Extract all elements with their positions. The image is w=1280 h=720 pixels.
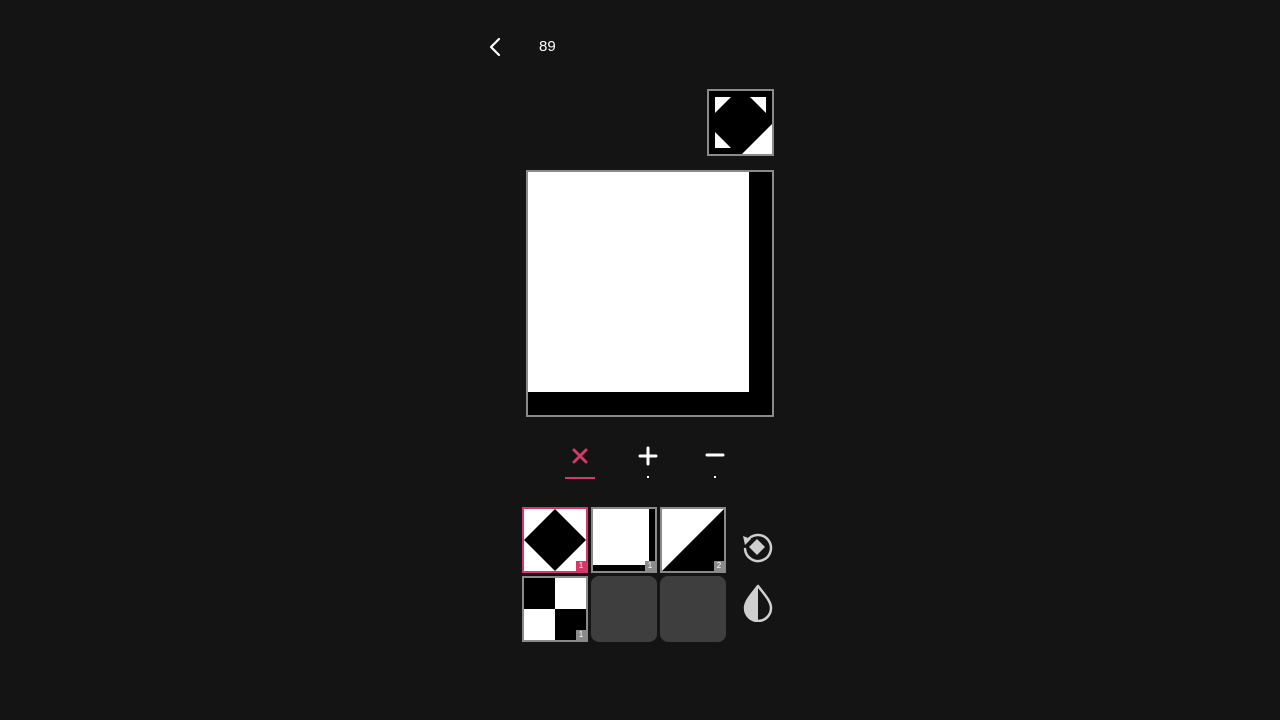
rotate-icon — [743, 533, 773, 563]
tile-count-badge: 1 — [576, 630, 586, 640]
tile-diagonal-triangle[interactable]: 2 — [660, 507, 726, 573]
subtract-operation-button[interactable] — [697, 440, 733, 485]
canvas-white-region — [528, 172, 749, 392]
target-pattern — [707, 89, 774, 156]
level-number: 89 — [539, 38, 556, 55]
empty-tile-slot — [660, 576, 726, 642]
tile-count-badge: 1 — [645, 561, 655, 571]
operation-selector — [560, 440, 735, 485]
tile-count-badge: 2 — [714, 561, 724, 571]
rotate-button[interactable] — [739, 529, 775, 565]
invert-drop-icon — [743, 584, 773, 623]
plus-icon — [638, 446, 658, 466]
working-canvas[interactable] — [526, 170, 774, 417]
tile-checker[interactable]: 1 — [522, 576, 588, 642]
invert-button[interactable] — [740, 584, 776, 623]
operation-dot — [647, 476, 649, 478]
empty-tile-slot — [591, 576, 657, 642]
back-button[interactable] — [482, 33, 508, 61]
active-operation-underline — [565, 477, 595, 479]
chevron-left-icon — [489, 37, 501, 57]
tile-diamond[interactable]: 1 — [522, 507, 588, 573]
multiply-icon — [572, 448, 588, 464]
minus-icon — [705, 453, 725, 457]
tile-count-badge: 1 — [576, 561, 586, 571]
add-operation-button[interactable] — [630, 440, 666, 485]
multiply-operation-button[interactable] — [562, 440, 598, 485]
tile-corner-bracket[interactable]: 1 — [591, 507, 657, 573]
operation-dot — [714, 476, 716, 478]
